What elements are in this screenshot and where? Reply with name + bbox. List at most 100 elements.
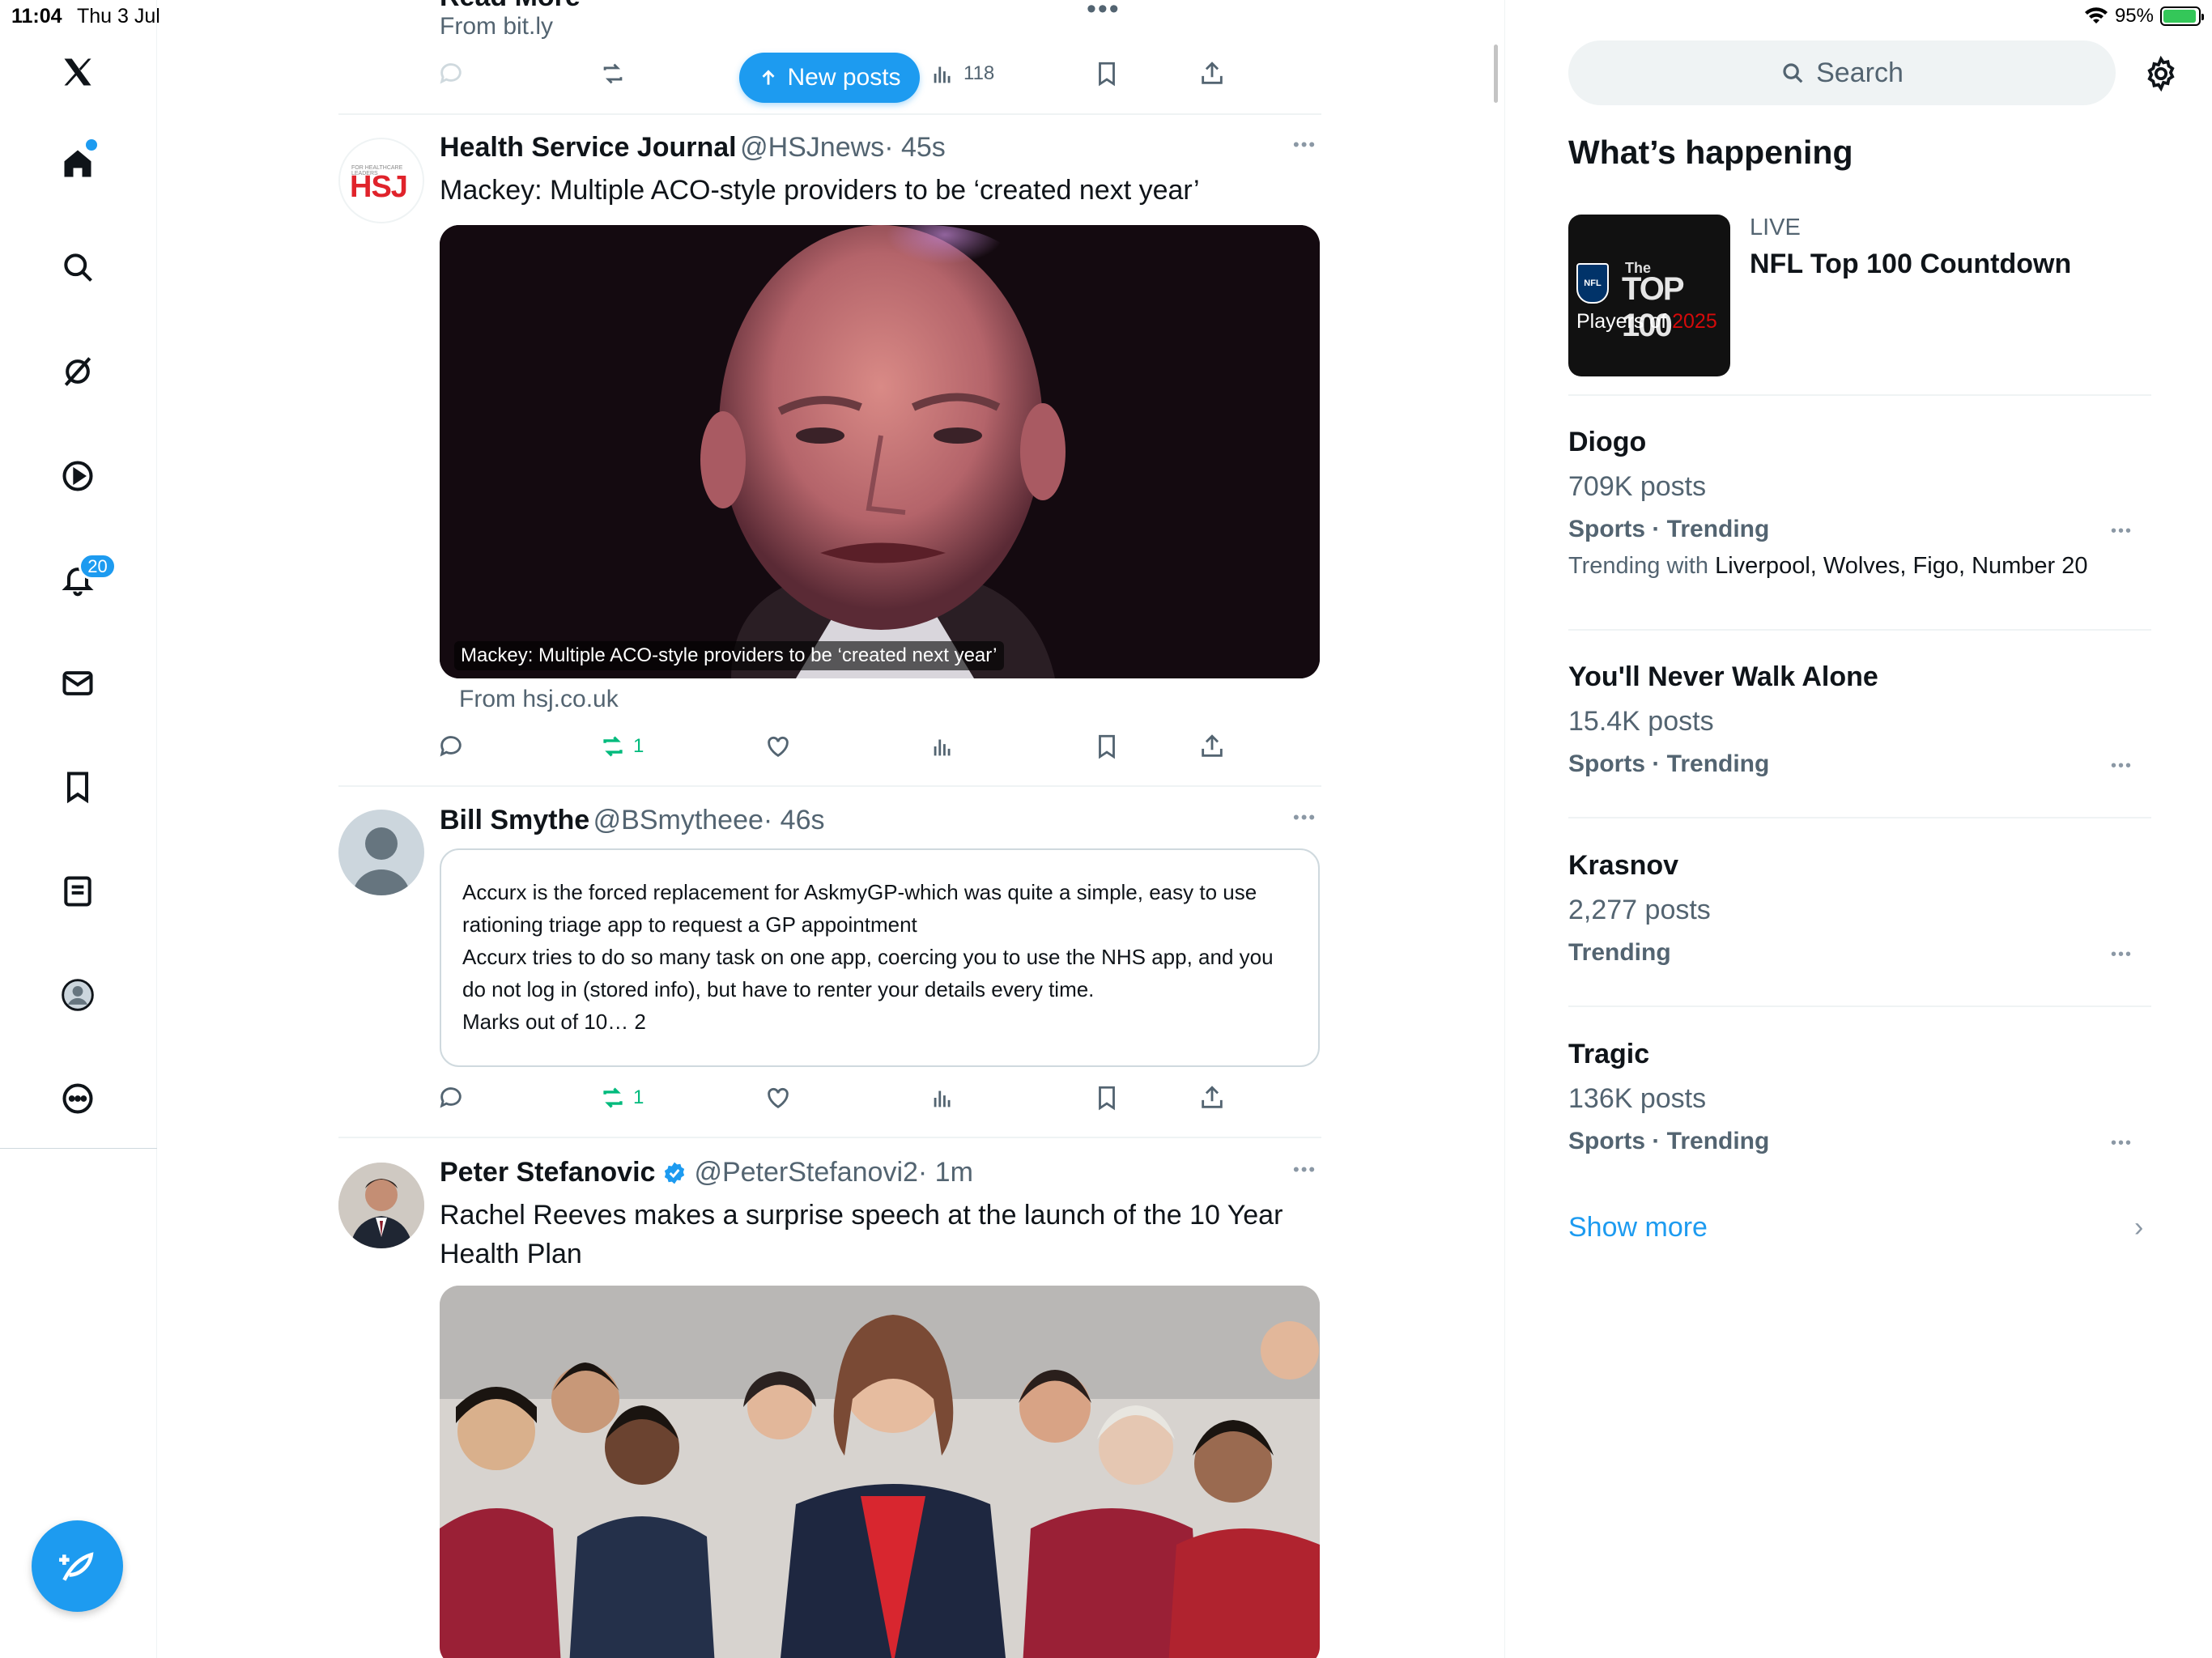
post-separator [338, 785, 1321, 787]
portrait-photo [440, 225, 1320, 678]
bookmarks-icon[interactable] [46, 755, 109, 818]
views-button[interactable] [929, 726, 957, 767]
reply-button[interactable] [437, 726, 465, 767]
like-button[interactable] [764, 726, 792, 767]
trend-title: Diogo [1568, 427, 1647, 457]
views-button[interactable]: 118 [929, 53, 994, 94]
author-name[interactable]: Bill Smythe [440, 805, 589, 835]
views-icon [934, 1090, 951, 1107]
search-icon [1783, 63, 1803, 83]
post-time[interactable]: · 1m [918, 1157, 973, 1188]
home-icon[interactable] [46, 132, 109, 195]
top-post-from[interactable]: From bit.ly [440, 13, 553, 40]
trend-meta: Trending [1568, 939, 1671, 966]
trend-item[interactable]: Krasnov 2,277 posts Trending ••• [1568, 850, 2151, 967]
trend-item[interactable]: You'll Never Walk Alone 15.4K posts Spor… [1568, 661, 2151, 778]
trend-title: Krasnov [1568, 850, 1679, 881]
post-more-icon[interactable]: ••• [1293, 1159, 1317, 1180]
share-button[interactable] [1198, 53, 1226, 94]
post-time[interactable]: · 45s [884, 132, 946, 163]
trend-meta: Sports · Trending [1568, 750, 1770, 777]
quote-line: Marks out of 10… 2 [462, 1010, 646, 1034]
trend-count: 709K posts [1568, 471, 1707, 502]
trend-item[interactable]: Tragic 136K posts Sports · Trending ••• [1568, 1039, 2151, 1155]
messages-icon[interactable] [46, 652, 109, 715]
bookmark-icon [1099, 1086, 1115, 1111]
post-video[interactable] [440, 1286, 1320, 1658]
retweet-count: 1 [633, 735, 644, 757]
views-icon [934, 739, 951, 756]
avatar-default[interactable] [338, 810, 424, 895]
post-actions: 1 [437, 726, 1247, 767]
author-handle[interactable]: @PeterStefanovi2 [694, 1157, 917, 1188]
author-handle[interactable]: @HSJnews [740, 132, 884, 163]
post-time[interactable]: · 46s [764, 805, 825, 835]
author-name[interactable]: Peter Stefanovic [440, 1157, 655, 1188]
trend-more-icon[interactable]: ••• [2111, 757, 2133, 776]
trend-with: Trending with Liverpool, Wolves, Figo, N… [1568, 553, 2088, 579]
post-more-icon[interactable]: ••• [1293, 807, 1317, 828]
avatar-peter[interactable] [338, 1163, 424, 1248]
nfl-shield-icon: NFL [1576, 263, 1609, 304]
x-logo-icon[interactable] [46, 40, 109, 104]
top-more-icon[interactable]: ••• [1087, 0, 1121, 25]
bookmark-button[interactable] [1093, 1078, 1121, 1118]
thumb-line3: Players of 2025 [1576, 310, 1717, 333]
more-icon[interactable] [46, 1067, 109, 1130]
heart-icon [768, 736, 789, 758]
author-handle[interactable]: @BSmytheee [593, 805, 764, 835]
reply-button[interactable] [437, 53, 465, 94]
crowd-photo [440, 1286, 1320, 1658]
share-button[interactable] [1198, 726, 1226, 767]
whats-happening-heading: What’s happening [1568, 134, 1853, 171]
settings-gear-icon[interactable] [2142, 55, 2180, 92]
video-icon[interactable] [46, 444, 109, 508]
like-button[interactable] [764, 1078, 792, 1118]
link-card-source[interactable]: From hsj.co.uk [459, 686, 619, 713]
trend-separator [1568, 629, 2151, 631]
bookmark-button[interactable] [1093, 53, 1121, 94]
post-separator [338, 1137, 1321, 1138]
post-header: Bill Smythe @BSmytheee· 46s [440, 805, 825, 836]
reply-icon [440, 1087, 462, 1108]
trend-more-icon[interactable]: ••• [2111, 522, 2133, 541]
column-divider [1504, 0, 1505, 1658]
retweet-button[interactable]: 1 [599, 1078, 644, 1118]
lists-icon[interactable] [46, 860, 109, 923]
share-button[interactable] [1198, 1078, 1226, 1118]
scroll-indicator[interactable] [1494, 45, 1498, 103]
link-card-image[interactable]: Mackey: Multiple ACO-style providers to … [440, 225, 1320, 678]
search-input[interactable]: Search [1568, 40, 2116, 105]
trend-more-icon[interactable]: ••• [2111, 1134, 2133, 1153]
chevron-right-icon[interactable]: › [2134, 1212, 2143, 1244]
bookmark-button[interactable] [1093, 726, 1121, 767]
share-icon [1202, 1086, 1223, 1108]
status-right: 95% [2084, 5, 2204, 28]
new-posts-button[interactable]: New posts [739, 53, 920, 103]
retweet-icon [603, 63, 623, 84]
trend-meta: Sports · Trending [1568, 516, 1770, 542]
trend-more-icon[interactable]: ••• [2111, 946, 2133, 964]
trend-count: 15.4K posts [1568, 706, 1714, 737]
trend-item[interactable]: Diogo 709K posts Sports · Trending Trend… [1568, 427, 2151, 580]
post-more-icon[interactable]: ••• [1293, 134, 1317, 155]
reply-button[interactable] [437, 1078, 465, 1118]
views-count: 118 [963, 62, 995, 84]
heart-icon [768, 1087, 789, 1109]
views-button[interactable] [929, 1078, 957, 1118]
live-event-card[interactable]: NFL The TOP 100 Players of 2025 LIVE NFL… [1568, 215, 2151, 376]
search-icon[interactable] [46, 236, 109, 299]
compose-button[interactable] [32, 1520, 123, 1612]
quoted-text-card[interactable]: Accurx is the forced replacement for Ask… [440, 848, 1320, 1067]
arrow-up-icon [762, 70, 775, 85]
retweet-button[interactable] [599, 53, 627, 94]
avatar-hsj[interactable]: FOR HEALTHCARE LEADERS HSJ [338, 138, 424, 223]
show-more-link[interactable]: Show more [1568, 1212, 1708, 1244]
grok-icon[interactable] [46, 340, 109, 403]
post-text: Rachel Reeves makes a surprise speech at… [440, 1196, 1283, 1273]
trend-separator [1568, 394, 2151, 396]
author-name[interactable]: Health Service Journal [440, 132, 737, 163]
profile-icon[interactable] [46, 963, 109, 1027]
share-icon [1202, 62, 1223, 84]
retweet-button[interactable]: 1 [599, 726, 644, 767]
